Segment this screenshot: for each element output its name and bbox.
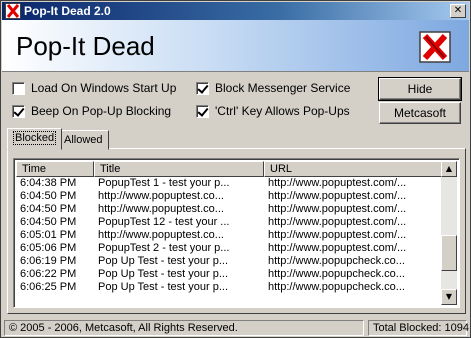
blocked-list[interactable]: Time Title URL 6:04:38 PM PopupTest 1 - t… — [13, 158, 460, 308]
hide-button[interactable]: Hide — [378, 77, 462, 101]
list-rows: 6:04:38 PM PopupTest 1 - test your p... ht… — [16, 177, 443, 294]
copyright-text: © 2005 - 2006, Metcasoft, All Rights Res… — [4, 320, 364, 336]
table-row[interactable]: 6:05:01 PM http://www.popuptest.co... http… — [16, 229, 443, 242]
beep-on-block-checkbox[interactable] — [12, 104, 25, 118]
cell-title: Pop Up Test - test your p... — [98, 255, 229, 267]
total-blocked-count: Total Blocked: 1094 — [368, 320, 469, 336]
cell-title: PopupTest 2 - test your p... — [98, 242, 230, 254]
column-header-url[interactable]: URL — [264, 161, 443, 177]
red-x-icon — [5, 3, 21, 19]
load-on-startup-checkbox[interactable] — [12, 81, 25, 95]
cell-url: http://www.popupcheck.co... — [268, 255, 405, 267]
banner-title: Pop-It Dead — [16, 31, 155, 61]
cell-url: http://www.popuptest.com/... — [268, 190, 407, 202]
table-row[interactable]: 6:04:50 PM http://www.popuptest.co... http… — [16, 190, 443, 203]
metcasoft-button[interactable]: Metcasoft — [379, 102, 461, 124]
table-row[interactable]: 6:05:06 PM PopupTest 2 - test your p... ht… — [16, 242, 443, 255]
scroll-down-button[interactable]: ▼ — [441, 289, 457, 305]
header-banner: Pop-It Dead — [2, 20, 469, 72]
cell-url: http://www.popuptest.com/... — [268, 216, 407, 228]
cell-url: http://www.popuptest.com/... — [268, 203, 407, 215]
cell-time: 6:06:25 PM — [20, 281, 77, 293]
cell-url: http://www.popupcheck.co... — [268, 268, 405, 280]
ctrl-allows-checkbox[interactable] — [196, 104, 209, 118]
vertical-scrollbar[interactable]: ▲ ▼ — [441, 161, 457, 305]
load-on-startup-label: Load On Windows Start Up — [31, 81, 177, 95]
cell-time: 6:05:06 PM — [20, 242, 77, 254]
cell-title: http://www.popuptest.co... — [98, 190, 224, 202]
ctrl-allows-label: 'Ctrl' Key Allows Pop-Ups — [215, 104, 350, 118]
scroll-up-button[interactable]: ▲ — [441, 161, 457, 177]
load-on-startup-option[interactable]: Load On Windows Start Up — [12, 80, 176, 96]
cell-title: Pop Up Test - test your p... — [98, 268, 229, 280]
block-messenger-checkbox[interactable] — [196, 81, 209, 95]
cell-time: 6:04:50 PM — [20, 216, 77, 228]
tab-allowed[interactable]: Allowed — [58, 130, 109, 150]
cell-url: http://www.popuptest.com/... — [268, 242, 407, 254]
cell-url: http://www.popuptest.com/... — [268, 177, 407, 189]
close-button[interactable]: ✕ — [450, 4, 466, 18]
table-row[interactable]: 6:04:50 PM PopupTest 12 - test your ... ht… — [16, 216, 443, 229]
block-messenger-option[interactable]: Block Messenger Service — [196, 80, 350, 96]
cell-time: 6:05:01 PM — [20, 229, 77, 241]
table-row[interactable]: 6:06:22 PM Pop Up Test - test your p... ht… — [16, 268, 443, 281]
cell-title: PopupTest 1 - test your p... — [98, 177, 230, 189]
cell-title: Pop Up Test - test your p... — [98, 281, 229, 293]
cell-time: 6:06:19 PM — [20, 255, 77, 267]
cell-time: 6:04:50 PM — [20, 190, 77, 202]
table-row[interactable]: 6:04:38 PM PopupTest 1 - test your p... ht… — [16, 177, 443, 190]
table-row[interactable]: 6:04:50 PM http://www.popuptest.co... http… — [16, 203, 443, 216]
column-header-time[interactable]: Time — [16, 161, 94, 177]
cell-url: http://www.popupcheck.co... — [268, 281, 405, 293]
red-x-logo-icon — [419, 31, 451, 63]
scroll-thumb[interactable] — [441, 235, 457, 271]
tab-blocked-label: Blocked — [13, 131, 57, 145]
cell-time: 6:04:50 PM — [20, 203, 77, 215]
cell-time: 6:06:22 PM — [20, 268, 77, 280]
list-header: Time Title URL — [16, 161, 443, 177]
beep-on-block-option[interactable]: Beep On Pop-Up Blocking — [12, 103, 171, 119]
title-bar[interactable]: Pop-It Dead 2.0 ✕ — [2, 2, 469, 20]
tab-allowed-label: Allowed — [64, 134, 103, 146]
table-row[interactable]: 6:06:25 PM Pop Up Test - test your p... ht… — [16, 281, 443, 294]
block-messenger-label: Block Messenger Service — [215, 81, 351, 95]
beep-on-block-label: Beep On Pop-Up Blocking — [31, 104, 172, 118]
table-row[interactable]: 6:06:19 PM Pop Up Test - test your p... ht… — [16, 255, 443, 268]
window-title: Pop-It Dead 2.0 — [24, 4, 111, 18]
cell-title: PopupTest 12 - test your ... — [98, 216, 230, 228]
cell-title: http://www.popuptest.co... — [98, 203, 224, 215]
column-header-title[interactable]: Title — [94, 161, 264, 177]
cell-title: http://www.popuptest.co... — [98, 229, 224, 241]
app-window: Pop-It Dead 2.0 ✕ Pop-It Dead Load On Wi… — [0, 0, 471, 338]
cell-url: http://www.popuptest.com/... — [268, 229, 407, 241]
status-bar: © 2005 - 2006, Metcasoft, All Rights Res… — [2, 319, 469, 337]
ctrl-allows-option[interactable]: 'Ctrl' Key Allows Pop-Ups — [196, 103, 350, 119]
tab-blocked[interactable]: Blocked — [7, 128, 63, 150]
cell-time: 6:04:38 PM — [20, 177, 77, 189]
